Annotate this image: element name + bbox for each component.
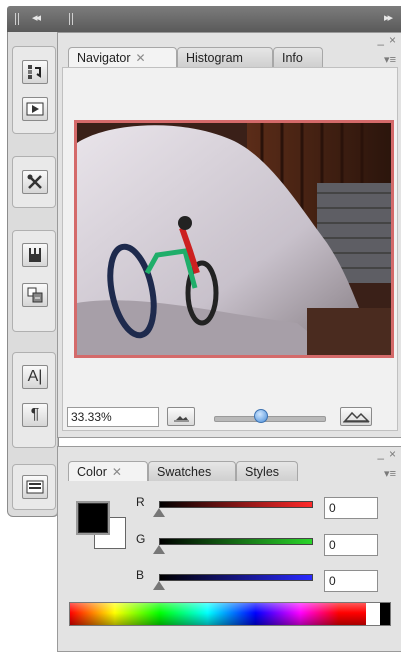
tab-color[interactable]: Color ✕ [68, 461, 148, 482]
tools-icon[interactable] [22, 170, 48, 194]
icon-group [12, 156, 56, 208]
tab-strip: Navigator ✕ Histogram Info – × ▾≡ [58, 33, 401, 68]
panel-menu-icon[interactable]: ▾≡ [384, 55, 396, 66]
brushes-icon[interactable] [22, 243, 48, 267]
zoom-slider-track[interactable] [214, 416, 326, 422]
zoom-slider-thumb[interactable] [254, 409, 269, 423]
zoom-out-icon[interactable] [167, 407, 195, 426]
value-field-g[interactable]: 0 [324, 534, 378, 556]
zoom-percentage-field[interactable]: 33.33% [67, 407, 159, 427]
icon-dock: A| ¶ [7, 32, 59, 517]
paragraph-icon[interactable]: ¶ [22, 403, 48, 427]
preview-image [77, 123, 391, 356]
minimize-icon[interactable]: – [377, 38, 384, 50]
tab-label: Color [77, 465, 107, 479]
close-icon[interactable]: ✕ [112, 465, 122, 479]
character-icon[interactable]: A| [22, 365, 48, 389]
grip-icon[interactable] [15, 13, 19, 25]
slider-label-b: B [136, 568, 145, 582]
close-icon[interactable]: × [389, 34, 396, 46]
spectrum-shading [70, 603, 390, 625]
minimize-icon[interactable]: – [377, 452, 384, 464]
expand-icon[interactable]: ▸▸ [384, 11, 393, 24]
tab-navigator[interactable]: Navigator ✕ [68, 47, 177, 68]
value-field-b[interactable]: 0 [324, 570, 378, 592]
icon-group [12, 46, 56, 134]
navigator-body: 33.33% [62, 67, 398, 431]
tab-swatches[interactable]: Swatches [148, 461, 236, 481]
icon-group: A| ¶ [12, 352, 56, 448]
tab-label: Navigator [77, 51, 131, 65]
slider-label-g: G [136, 532, 146, 546]
close-icon[interactable]: ✕ [136, 51, 146, 65]
clone-source-icon[interactable] [22, 283, 48, 307]
layer-comps-icon[interactable] [22, 475, 48, 499]
collapse-icon[interactable]: ◂◂ [32, 11, 41, 24]
color-body: R 0 G 0 B 0 [62, 481, 398, 641]
tab-histogram[interactable]: Histogram [177, 47, 273, 67]
slider-label-r: R [136, 495, 145, 509]
value-field-r[interactable]: 0 [324, 497, 378, 519]
color-ramp-b[interactable] [159, 574, 313, 581]
slider-thumb-r[interactable] [153, 508, 165, 517]
tab-label: Info [282, 51, 303, 65]
color-panel: Color ✕ Swatches Styles – × ▾≡ R 0 G 0 B 0 [57, 446, 401, 652]
actions-play-icon[interactable] [22, 97, 48, 121]
slider-thumb-g[interactable] [153, 545, 165, 554]
panel-menu-icon[interactable]: ▾≡ [384, 469, 396, 480]
spectrum-white[interactable] [366, 603, 380, 625]
tab-label: Styles [245, 465, 280, 479]
slider-thumb-b[interactable] [153, 581, 165, 590]
tab-info[interactable]: Info [273, 47, 323, 67]
color-ramp-g[interactable] [159, 538, 313, 545]
panel-dock-header[interactable]: ◂◂ ▸▸ [7, 6, 401, 32]
tab-strip: Color ✕ Swatches Styles – × ▾≡ [58, 447, 401, 482]
spectrum-black[interactable] [380, 603, 390, 625]
tab-label: Histogram [186, 51, 243, 65]
navigator-panel: Navigator ✕ Histogram Info – × ▾≡ 33.33% [57, 32, 401, 438]
color-ramp-r[interactable] [159, 501, 313, 508]
image-preview[interactable] [74, 120, 394, 358]
tab-label: Swatches [157, 465, 212, 479]
foreground-color-swatch[interactable] [76, 501, 110, 535]
zoom-in-icon[interactable] [340, 407, 372, 426]
color-spectrum-bar[interactable] [69, 602, 391, 626]
icon-group [12, 464, 56, 510]
tab-styles[interactable]: Styles [236, 461, 298, 481]
history-icon[interactable] [22, 60, 48, 84]
grip-icon[interactable] [69, 13, 73, 25]
icon-group [12, 230, 56, 332]
close-icon[interactable]: × [389, 448, 396, 460]
